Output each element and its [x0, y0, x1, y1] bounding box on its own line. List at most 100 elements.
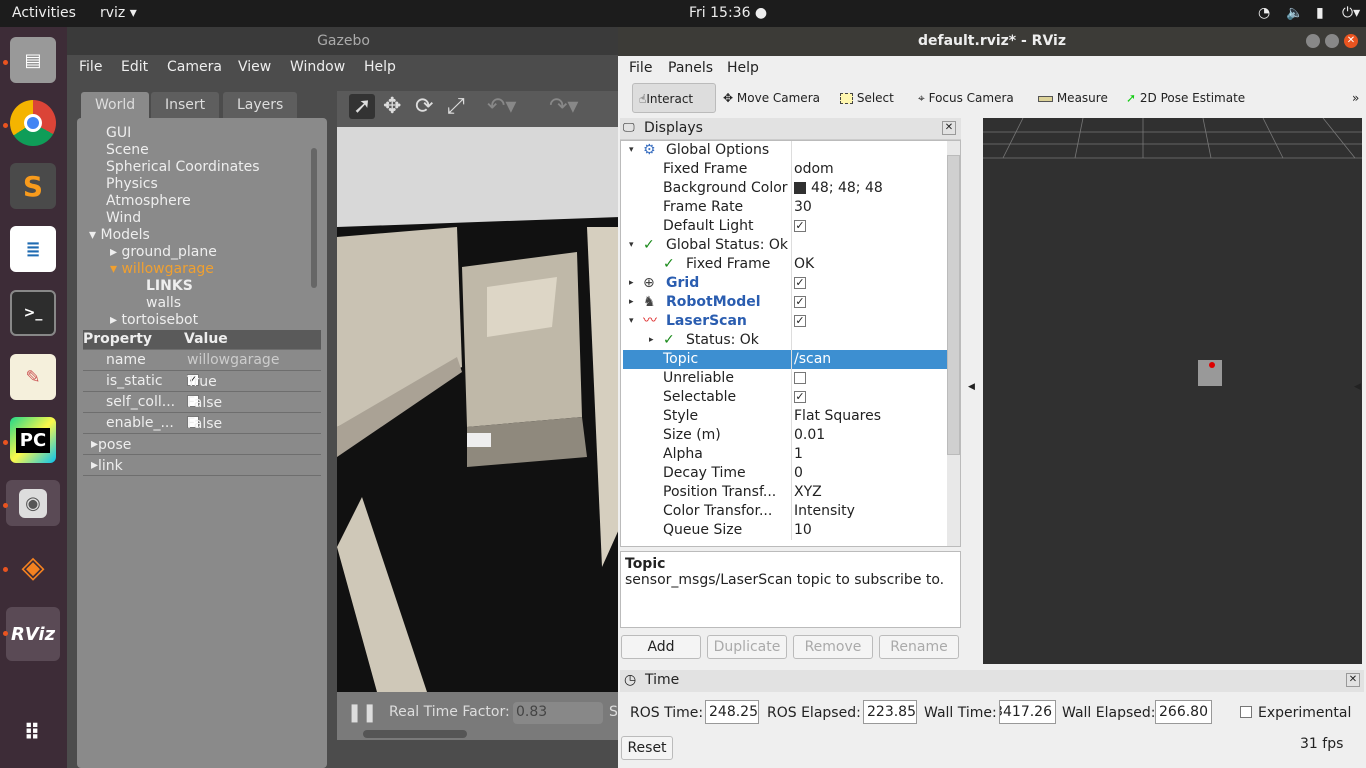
- tool-measure[interactable]: Measure: [1038, 83, 1108, 113]
- gazebo-3d-view[interactable]: [337, 127, 620, 692]
- display-row[interactable]: Frame Rate 30: [623, 198, 949, 217]
- wall-time-field[interactable]: 3417.26: [999, 700, 1056, 724]
- rv-menu-file[interactable]: File: [629, 60, 652, 76]
- battery-icon[interactable]: ▮: [1316, 5, 1324, 21]
- display-row[interactable]: Unreliable: [623, 369, 949, 388]
- add-button[interactable]: Add: [621, 635, 701, 659]
- tree-links[interactable]: LINKS: [146, 278, 193, 294]
- display-row[interactable]: Queue Size 10: [623, 521, 949, 540]
- display-row[interactable]: Selectable ✓: [623, 388, 949, 407]
- collapse-right-icon[interactable]: ◀: [1354, 382, 1361, 392]
- tree-physics[interactable]: Physics: [106, 176, 158, 192]
- gz-menu-edit[interactable]: Edit: [121, 59, 148, 75]
- display-row[interactable]: ▸ ⊕ Grid ✓: [623, 274, 949, 293]
- select-mode-icon[interactable]: ➚: [349, 94, 376, 119]
- pycharm-icon[interactable]: PC: [10, 417, 56, 463]
- collapse-left-icon[interactable]: ◀: [968, 382, 975, 392]
- gz-menu-help[interactable]: Help: [364, 59, 396, 75]
- display-row[interactable]: ▸ ♞ RobotModel ✓: [623, 293, 949, 312]
- tool-move-camera[interactable]: ✥ Move Camera: [723, 83, 820, 113]
- row-value[interactable]: ✓: [794, 312, 806, 331]
- checkbox[interactable]: ✓: [794, 315, 806, 327]
- tree-wind[interactable]: Wind: [106, 210, 141, 226]
- display-row[interactable]: Decay Time 0: [623, 464, 949, 483]
- row-value[interactable]: 1: [794, 445, 803, 464]
- ros-time-field[interactable]: 248.25: [705, 700, 759, 724]
- row-value[interactable]: 48; 48; 48: [794, 179, 883, 198]
- row-value[interactable]: ✓: [794, 388, 806, 407]
- expand-arrow-icon[interactable]: ▸: [629, 274, 634, 293]
- tree-gui[interactable]: GUI: [106, 125, 131, 141]
- terminal-icon[interactable]: >_: [10, 290, 56, 336]
- checkbox[interactable]: ✓: [794, 220, 806, 232]
- row-value[interactable]: 0: [794, 464, 803, 483]
- tree-spherical[interactable]: Spherical Coordinates: [106, 159, 260, 175]
- display-row[interactable]: Size (m) 0.01: [623, 426, 949, 445]
- row-value[interactable]: 10: [794, 521, 812, 540]
- display-row[interactable]: Fixed Frame odom: [623, 160, 949, 179]
- display-row[interactable]: ▾ ⚙ Global Options: [623, 141, 949, 160]
- close-panel-icon[interactable]: ✕: [942, 121, 956, 135]
- speaker-icon[interactable]: ◉: [6, 480, 60, 526]
- displays-scrollbar[interactable]: [947, 141, 960, 546]
- rotate-icon[interactable]: ⟳: [415, 94, 433, 119]
- expand-arrow-icon[interactable]: ▾: [629, 312, 634, 331]
- row-value[interactable]: /scan: [794, 350, 831, 369]
- gz-menu-window[interactable]: Window: [290, 59, 345, 75]
- text-editor-icon[interactable]: ✎: [10, 354, 56, 400]
- expand-arrow-icon[interactable]: ▸: [649, 331, 654, 350]
- remove-button[interactable]: Remove: [793, 635, 873, 659]
- scroll-thumb[interactable]: [947, 155, 960, 455]
- blender-icon[interactable]: ◈: [10, 544, 56, 590]
- gz-menu-file[interactable]: File: [79, 59, 102, 75]
- tool-focus-camera[interactable]: ⌖ Focus Camera: [918, 83, 1014, 113]
- prop-name[interactable]: name willowgarage: [83, 351, 321, 371]
- redo-icon[interactable]: ↷▾: [549, 94, 578, 119]
- expand-arrow-icon[interactable]: ▾: [629, 141, 634, 160]
- display-row[interactable]: Position Transf... XYZ: [623, 483, 949, 502]
- rv-menu-panels[interactable]: Panels: [668, 60, 713, 76]
- power-menu-icon[interactable]: ⏻▾: [1342, 5, 1360, 21]
- row-value[interactable]: ✓: [794, 293, 806, 312]
- tab-layers[interactable]: Layers: [223, 92, 298, 118]
- pause-icon[interactable]: ❚❚: [347, 702, 377, 723]
- reset-button[interactable]: Reset: [621, 736, 673, 760]
- row-value[interactable]: odom: [794, 160, 834, 179]
- wall-elapsed-field[interactable]: 266.80: [1155, 700, 1212, 724]
- h-scrollbar[interactable]: [363, 730, 467, 738]
- duplicate-button[interactable]: Duplicate: [707, 635, 787, 659]
- rviz-3d-view[interactable]: [983, 118, 1362, 664]
- checkbox[interactable]: ✓: [794, 391, 806, 403]
- tab-insert[interactable]: Insert: [151, 92, 220, 118]
- row-value[interactable]: Intensity: [794, 502, 855, 521]
- checkbox[interactable]: [794, 372, 806, 384]
- prop-pose[interactable]: ▸ pose: [83, 435, 321, 455]
- row-value[interactable]: 0.01: [794, 426, 825, 445]
- clock[interactable]: Fri 15:36 ●: [689, 5, 767, 21]
- display-row[interactable]: ▸ ✓ Status: Ok: [623, 331, 949, 350]
- writer-icon[interactable]: ≣: [10, 226, 56, 272]
- close-time-panel-icon[interactable]: ✕: [1346, 673, 1360, 687]
- app-grid-icon[interactable]: ⠿: [10, 710, 56, 756]
- tree-models[interactable]: ▾ Models: [89, 227, 150, 243]
- display-row[interactable]: Style Flat Squares: [623, 407, 949, 426]
- tree-ground-plane[interactable]: ▸ ground_plane: [110, 244, 217, 260]
- row-value[interactable]: Flat Squares: [794, 407, 881, 426]
- display-row[interactable]: ▾ ✓ Global Status: Ok: [623, 236, 949, 255]
- prop-enable-wind[interactable]: enable_... False: [83, 414, 321, 434]
- display-row[interactable]: Default Light ✓: [623, 217, 949, 236]
- display-row[interactable]: ▾ 〰 LaserScan ✓: [623, 312, 949, 331]
- chrome-icon[interactable]: [10, 100, 56, 146]
- volume-icon[interactable]: 🔈: [1286, 5, 1303, 21]
- tree-tortoisebot[interactable]: ▸ tortoisebot: [110, 312, 198, 328]
- rename-button[interactable]: Rename: [879, 635, 959, 659]
- scale-icon[interactable]: ⤢: [447, 94, 465, 119]
- tree-scrollbar[interactable]: [311, 148, 317, 288]
- display-row[interactable]: Color Transfor... Intensity: [623, 502, 949, 521]
- display-row[interactable]: Topic/scan: [623, 350, 949, 369]
- experimental-checkbox[interactable]: [1240, 706, 1252, 718]
- display-row[interactable]: ✓ Fixed Frame OK: [623, 255, 949, 274]
- rviz-icon[interactable]: RViz: [6, 607, 60, 661]
- tool-interact[interactable]: ☝Interact: [632, 83, 716, 113]
- row-value[interactable]: 30: [794, 198, 812, 217]
